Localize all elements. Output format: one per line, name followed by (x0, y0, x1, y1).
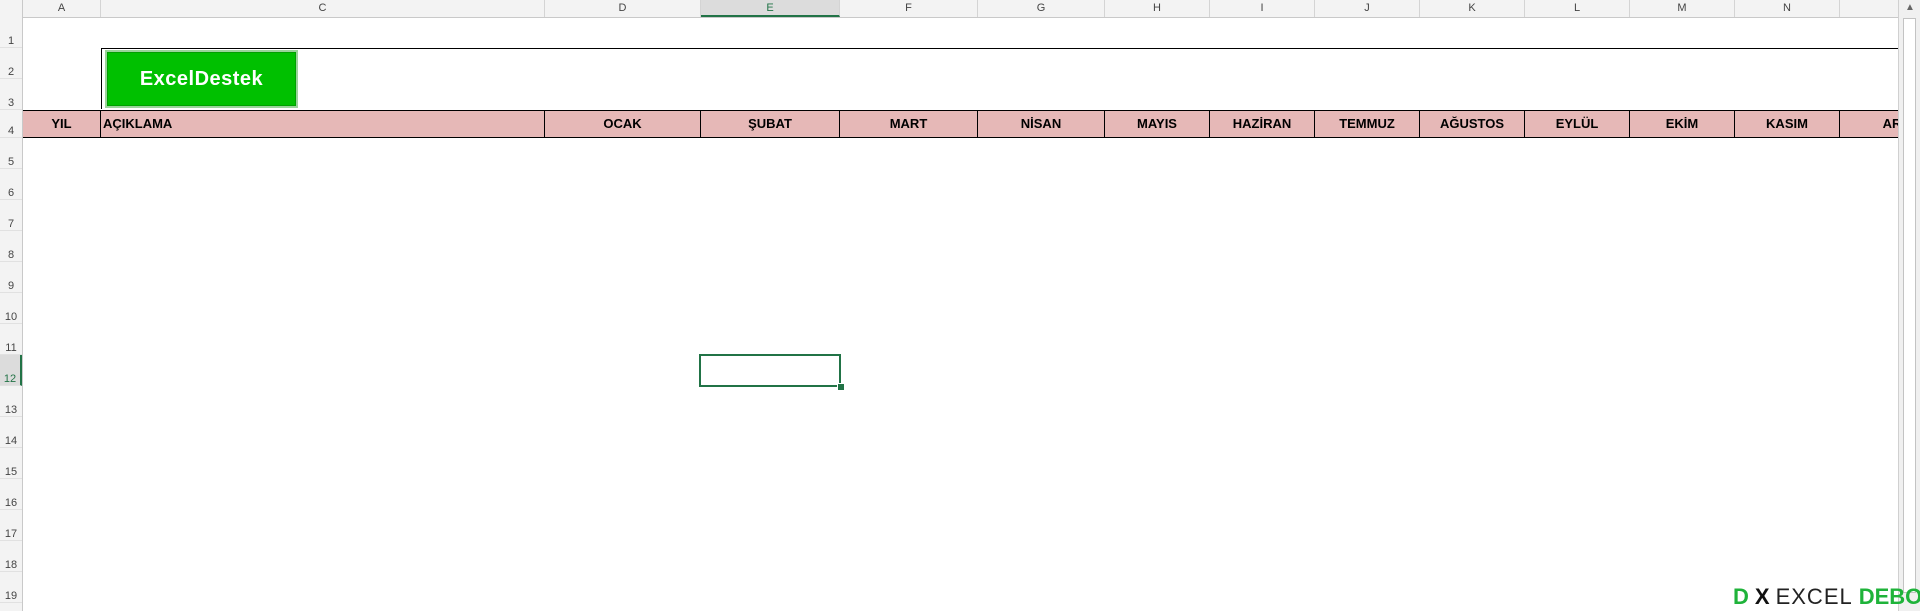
column-header-f[interactable]: F (840, 0, 978, 17)
row-header[interactable]: 5 (0, 138, 22, 169)
watermark-x: X (1754, 584, 1770, 609)
row-header[interactable]: 3 (0, 79, 22, 110)
watermark-d: D (1733, 584, 1749, 609)
exceldestek-logo-button[interactable]: ExcelDestek (105, 50, 298, 108)
column-header-k[interactable]: K (1420, 0, 1525, 17)
row-header[interactable]: 19 (0, 572, 22, 603)
scroll-up-arrow-icon[interactable]: ▲ (1903, 2, 1917, 14)
spreadsheet-grid[interactable]: A C D E F G H I J K L M N 1 2 3 4 5 6 7 … (0, 0, 1898, 611)
row-header[interactable]: 17 (0, 510, 22, 541)
header-cell-aciklama[interactable]: AÇIKLAMA (101, 111, 545, 137)
row-header[interactable]: 12 (0, 355, 22, 386)
column-header-a[interactable]: A (23, 0, 101, 17)
column-header-c[interactable]: C (101, 0, 545, 17)
table-header-row: YIL AÇIKLAMA OCAK ŞUBAT MART NİSAN MAYIS… (23, 110, 1898, 138)
row-header[interactable]: 13 (0, 386, 22, 417)
column-header-m[interactable]: M (1630, 0, 1735, 17)
row-header[interactable]: 14 (0, 417, 22, 448)
header-cell-agustos[interactable]: AĞUSTOS (1420, 111, 1525, 137)
vertical-scrollbar[interactable]: ▲ (1898, 0, 1920, 611)
header-cell-eylul[interactable]: EYLÜL (1525, 111, 1630, 137)
header-cell-nisan[interactable]: NİSAN (978, 111, 1105, 137)
row-header[interactable]: 2 (0, 48, 22, 79)
row-header[interactable]: 18 (0, 541, 22, 572)
row-header[interactable]: 8 (0, 231, 22, 262)
select-all-corner[interactable] (0, 0, 23, 17)
header-cell-temmuz[interactable]: TEMMUZ (1315, 111, 1420, 137)
column-header-n[interactable]: N (1735, 0, 1840, 17)
column-header-d[interactable]: D (545, 0, 701, 17)
header-cell-aralik[interactable]: AR (1840, 111, 1898, 137)
column-header-h[interactable]: H (1105, 0, 1210, 17)
header-cell-kasim[interactable]: KASIM (1735, 111, 1840, 137)
selected-cell-e12[interactable] (699, 354, 841, 387)
header-cell-yil[interactable]: YIL (23, 111, 101, 137)
row-header[interactable]: 16 (0, 479, 22, 510)
header-cell-subat[interactable]: ŞUBAT (701, 111, 840, 137)
watermark-excel: EXCEL (1775, 584, 1853, 609)
row-header[interactable]: 6 (0, 169, 22, 200)
row-header[interactable]: 10 (0, 293, 22, 324)
column-header-j[interactable]: J (1315, 0, 1420, 17)
row-header[interactable]: 9 (0, 262, 22, 293)
column-header-i[interactable]: I (1210, 0, 1315, 17)
row-header[interactable]: 11 (0, 324, 22, 355)
exceldebo-watermark: D X EXCEL DEBO (1733, 583, 1920, 611)
row-header[interactable]: 1 (0, 17, 22, 48)
column-headers: A C D E F G H I J K L M N (0, 0, 1898, 18)
header-cell-haziran[interactable]: HAZİRAN (1210, 111, 1315, 137)
header-cell-ekim[interactable]: EKİM (1630, 111, 1735, 137)
column-header-l[interactable]: L (1525, 0, 1630, 17)
header-cell-mart[interactable]: MART (840, 111, 978, 137)
row-header[interactable]: 4 (0, 110, 22, 138)
row-header[interactable]: 15 (0, 448, 22, 479)
header-cell-ocak[interactable]: OCAK (545, 111, 701, 137)
watermark-debo: DEBO (1858, 584, 1920, 609)
logo-frame (101, 48, 1898, 109)
row-header[interactable]: 7 (0, 200, 22, 231)
scrollbar-thumb[interactable] (1903, 18, 1916, 593)
header-cell-mayis[interactable]: MAYIS (1105, 111, 1210, 137)
column-header-g[interactable]: G (978, 0, 1105, 17)
fill-handle[interactable] (837, 383, 845, 391)
column-header-e[interactable]: E (701, 0, 840, 17)
row-headers: 1 2 3 4 5 6 7 8 9 10 11 12 13 14 15 16 1… (0, 17, 23, 611)
